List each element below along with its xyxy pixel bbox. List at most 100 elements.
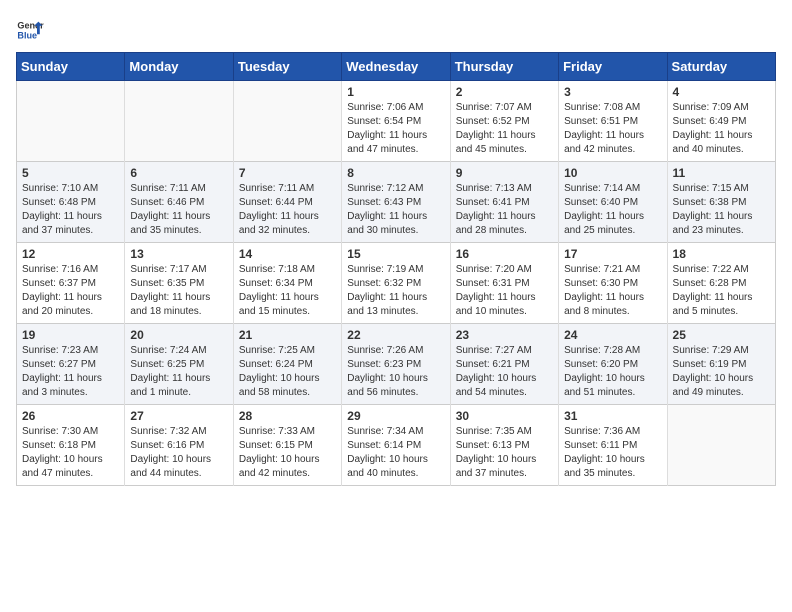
day-number: 23 bbox=[456, 328, 553, 342]
day-info: Sunrise: 7:06 AM Sunset: 6:54 PM Dayligh… bbox=[347, 101, 444, 157]
day-info: Sunrise: 7:19 AM Sunset: 6:32 PM Dayligh… bbox=[347, 263, 444, 319]
calendar-cell: 2 Sunrise: 7:07 AM Sunset: 6:52 PM Daylig… bbox=[450, 81, 558, 162]
calendar-cell: 17 Sunrise: 7:21 AM Sunset: 6:30 PM Dayli… bbox=[559, 243, 667, 324]
calendar-cell: 11 Sunrise: 7:15 AM Sunset: 6:38 PM Dayli… bbox=[667, 162, 775, 243]
day-info: Sunrise: 7:28 AM Sunset: 6:20 PM Dayligh… bbox=[564, 344, 661, 400]
day-info: Sunrise: 7:26 AM Sunset: 6:23 PM Dayligh… bbox=[347, 344, 444, 400]
day-info: Sunrise: 7:25 AM Sunset: 6:24 PM Dayligh… bbox=[239, 344, 336, 400]
day-info: Sunrise: 7:34 AM Sunset: 6:14 PM Dayligh… bbox=[347, 425, 444, 481]
day-info: Sunrise: 7:07 AM Sunset: 6:52 PM Dayligh… bbox=[456, 101, 553, 157]
day-number: 16 bbox=[456, 247, 553, 261]
calendar-cell: 27 Sunrise: 7:32 AM Sunset: 6:16 PM Dayli… bbox=[125, 405, 233, 486]
calendar-cell: 21Sunrise: 7:25 AM Sunset: 6:24 PM Dayli… bbox=[233, 324, 341, 405]
calendar-cell: 4 Sunrise: 7:09 AM Sunset: 6:49 PM Daylig… bbox=[667, 81, 775, 162]
calendar-cell: 3Sunrise: 7:08 AM Sunset: 6:51 PM Daylig… bbox=[559, 81, 667, 162]
day-info: Sunrise: 7:11 AM Sunset: 6:44 PM Dayligh… bbox=[239, 182, 336, 238]
days-of-week-row: SundayMondayTuesdayWednesdayThursdayFrid… bbox=[17, 53, 776, 81]
day-number: 5 bbox=[22, 166, 119, 180]
calendar-cell: 31 Sunrise: 7:36 AM Sunset: 6:11 PM Dayli… bbox=[559, 405, 667, 486]
day-info: Sunrise: 7:30 AM Sunset: 6:18 PM Dayligh… bbox=[22, 425, 119, 481]
day-number: 15 bbox=[347, 247, 444, 261]
calendar-cell: 6Sunrise: 7:11 AM Sunset: 6:46 PM Daylig… bbox=[125, 162, 233, 243]
day-number: 24 bbox=[564, 328, 661, 342]
day-info: Sunrise: 7:20 AM Sunset: 6:31 PM Dayligh… bbox=[456, 263, 553, 319]
day-of-week-header: Friday bbox=[559, 53, 667, 81]
day-info: Sunrise: 7:36 AM Sunset: 6:11 PM Dayligh… bbox=[564, 425, 661, 481]
day-info: Sunrise: 7:21 AM Sunset: 6:30 PM Dayligh… bbox=[564, 263, 661, 319]
day-number: 7 bbox=[239, 166, 336, 180]
calendar-cell: 7 Sunrise: 7:11 AM Sunset: 6:44 PM Daylig… bbox=[233, 162, 341, 243]
day-number: 29 bbox=[347, 409, 444, 423]
calendar-cell bbox=[17, 81, 125, 162]
calendar-cell: 8 Sunrise: 7:12 AM Sunset: 6:43 PM Daylig… bbox=[342, 162, 450, 243]
calendar-table: SundayMondayTuesdayWednesdayThursdayFrid… bbox=[16, 52, 776, 486]
calendar-cell: 28 Sunrise: 7:33 AM Sunset: 6:15 PM Dayli… bbox=[233, 405, 341, 486]
day-info: Sunrise: 7:24 AM Sunset: 6:25 PM Dayligh… bbox=[130, 344, 227, 400]
day-number: 10 bbox=[564, 166, 661, 180]
calendar-cell bbox=[233, 81, 341, 162]
calendar-cell: 30Sunrise: 7:35 AM Sunset: 6:13 PM Dayli… bbox=[450, 405, 558, 486]
logo: General Blue bbox=[16, 16, 44, 44]
day-number: 19 bbox=[22, 328, 119, 342]
day-info: Sunrise: 7:35 AM Sunset: 6:13 PM Dayligh… bbox=[456, 425, 553, 481]
day-number: 11 bbox=[673, 166, 770, 180]
calendar-cell: 18Sunrise: 7:22 AM Sunset: 6:28 PM Dayli… bbox=[667, 243, 775, 324]
day-number: 27 bbox=[130, 409, 227, 423]
day-info: Sunrise: 7:15 AM Sunset: 6:38 PM Dayligh… bbox=[673, 182, 770, 238]
day-info: Sunrise: 7:32 AM Sunset: 6:16 PM Dayligh… bbox=[130, 425, 227, 481]
calendar-cell bbox=[125, 81, 233, 162]
day-of-week-header: Thursday bbox=[450, 53, 558, 81]
calendar-cell: 20 Sunrise: 7:24 AM Sunset: 6:25 PM Dayli… bbox=[125, 324, 233, 405]
day-of-week-header: Saturday bbox=[667, 53, 775, 81]
day-number: 22 bbox=[347, 328, 444, 342]
calendar-cell: 24 Sunrise: 7:28 AM Sunset: 6:20 PM Dayli… bbox=[559, 324, 667, 405]
calendar-week-row: 5 Sunrise: 7:10 AM Sunset: 6:48 PM Daylig… bbox=[17, 162, 776, 243]
calendar-week-row: 26Sunrise: 7:30 AM Sunset: 6:18 PM Dayli… bbox=[17, 405, 776, 486]
day-info: Sunrise: 7:16 AM Sunset: 6:37 PM Dayligh… bbox=[22, 263, 119, 319]
day-number: 3 bbox=[564, 85, 661, 99]
day-info: Sunrise: 7:29 AM Sunset: 6:19 PM Dayligh… bbox=[673, 344, 770, 400]
calendar-week-row: 1 Sunrise: 7:06 AM Sunset: 6:54 PM Daylig… bbox=[17, 81, 776, 162]
day-info: Sunrise: 7:17 AM Sunset: 6:35 PM Dayligh… bbox=[130, 263, 227, 319]
day-number: 12 bbox=[22, 247, 119, 261]
calendar-cell: 14 Sunrise: 7:18 AM Sunset: 6:34 PM Dayli… bbox=[233, 243, 341, 324]
calendar-cell: 10 Sunrise: 7:14 AM Sunset: 6:40 PM Dayli… bbox=[559, 162, 667, 243]
day-number: 28 bbox=[239, 409, 336, 423]
day-number: 17 bbox=[564, 247, 661, 261]
day-info: Sunrise: 7:27 AM Sunset: 6:21 PM Dayligh… bbox=[456, 344, 553, 400]
day-info: Sunrise: 7:10 AM Sunset: 6:48 PM Dayligh… bbox=[22, 182, 119, 238]
day-info: Sunrise: 7:18 AM Sunset: 6:34 PM Dayligh… bbox=[239, 263, 336, 319]
day-info: Sunrise: 7:33 AM Sunset: 6:15 PM Dayligh… bbox=[239, 425, 336, 481]
day-number: 9 bbox=[456, 166, 553, 180]
day-info: Sunrise: 7:12 AM Sunset: 6:43 PM Dayligh… bbox=[347, 182, 444, 238]
calendar-header: General Blue bbox=[16, 16, 776, 44]
svg-text:Blue: Blue bbox=[17, 30, 37, 40]
calendar-cell bbox=[667, 405, 775, 486]
day-number: 6 bbox=[130, 166, 227, 180]
day-info: Sunrise: 7:09 AM Sunset: 6:49 PM Dayligh… bbox=[673, 101, 770, 157]
day-number: 31 bbox=[564, 409, 661, 423]
day-of-week-header: Wednesday bbox=[342, 53, 450, 81]
day-number: 20 bbox=[130, 328, 227, 342]
calendar-cell: 16 Sunrise: 7:20 AM Sunset: 6:31 PM Dayli… bbox=[450, 243, 558, 324]
calendar-cell: 19Sunrise: 7:23 AM Sunset: 6:27 PM Dayli… bbox=[17, 324, 125, 405]
day-info: Sunrise: 7:14 AM Sunset: 6:40 PM Dayligh… bbox=[564, 182, 661, 238]
logo-icon: General Blue bbox=[16, 16, 44, 44]
day-number: 14 bbox=[239, 247, 336, 261]
day-number: 13 bbox=[130, 247, 227, 261]
calendar-cell: 13 Sunrise: 7:17 AM Sunset: 6:35 PM Dayli… bbox=[125, 243, 233, 324]
calendar-cell: 29 Sunrise: 7:34 AM Sunset: 6:14 PM Dayli… bbox=[342, 405, 450, 486]
calendar-cell: 26Sunrise: 7:30 AM Sunset: 6:18 PM Dayli… bbox=[17, 405, 125, 486]
day-of-week-header: Tuesday bbox=[233, 53, 341, 81]
day-number: 4 bbox=[673, 85, 770, 99]
calendar-cell: 5 Sunrise: 7:10 AM Sunset: 6:48 PM Daylig… bbox=[17, 162, 125, 243]
day-number: 8 bbox=[347, 166, 444, 180]
day-info: Sunrise: 7:13 AM Sunset: 6:41 PM Dayligh… bbox=[456, 182, 553, 238]
day-number: 2 bbox=[456, 85, 553, 99]
day-number: 1 bbox=[347, 85, 444, 99]
calendar-week-row: 12 Sunrise: 7:16 AM Sunset: 6:37 PM Dayli… bbox=[17, 243, 776, 324]
calendar-cell: 25 Sunrise: 7:29 AM Sunset: 6:19 PM Dayli… bbox=[667, 324, 775, 405]
calendar-cell: 9 Sunrise: 7:13 AM Sunset: 6:41 PM Daylig… bbox=[450, 162, 558, 243]
day-info: Sunrise: 7:22 AM Sunset: 6:28 PM Dayligh… bbox=[673, 263, 770, 319]
day-number: 25 bbox=[673, 328, 770, 342]
